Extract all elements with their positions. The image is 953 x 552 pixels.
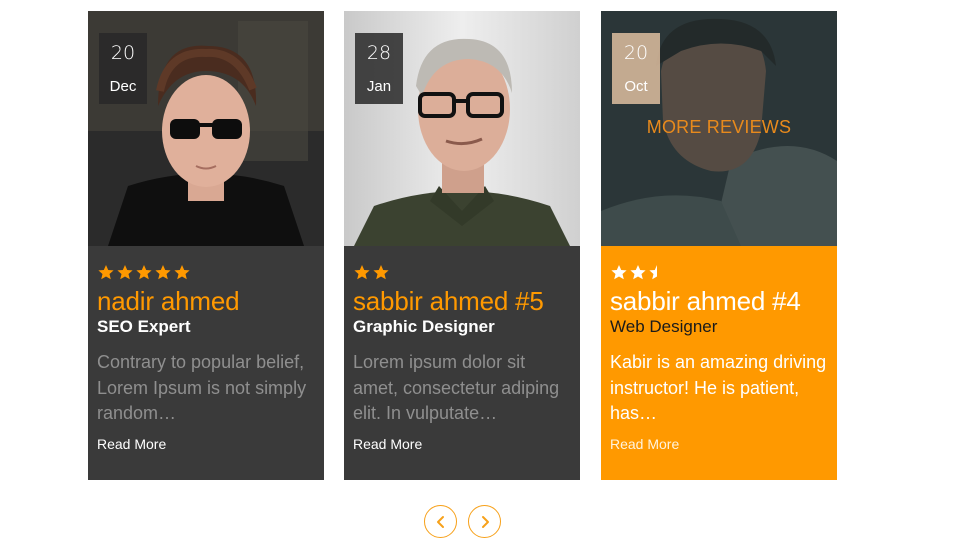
date-month: Jan [366, 78, 392, 95]
review-excerpt: Contrary to popular belief, Lorem Ipsum … [97, 352, 307, 423]
star-icon [630, 265, 646, 280]
reviewer-photo: 28 Jan [344, 11, 580, 246]
reviewer-name[interactable]: sabbir ahmed #4 [610, 286, 829, 316]
card-body: sabbir ahmed #4 Web Designer Kabir is an… [610, 264, 829, 453]
reviewer-role: Web Designer [610, 317, 718, 336]
review-card: 20 Dec nadir ahmed SEO Expert Contrary t… [88, 11, 324, 480]
read-more-link[interactable]: Read More [353, 435, 572, 453]
star-icon [155, 265, 171, 280]
date-badge: 20 Oct [612, 33, 660, 104]
review-excerpt: Lorem ipsum dolor sit amet, consectetur … [353, 352, 560, 423]
card-body: nadir ahmed SEO Expert Contrary to popul… [97, 264, 316, 453]
star-icon [136, 265, 152, 280]
carousel-next-button[interactable] [468, 505, 501, 538]
review-card: 20 Oct MORE REVIEWS sabbir ahmed #4 Web … [601, 11, 837, 480]
read-more-link[interactable]: Read More [97, 435, 316, 453]
more-reviews-link[interactable]: MORE REVIEWS [601, 117, 837, 138]
reviewer-name[interactable]: sabbir ahmed #5 [353, 286, 572, 316]
carousel-prev-button[interactable] [424, 505, 457, 538]
chevron-left-icon [436, 515, 444, 528]
reviewer-name[interactable]: nadir ahmed [97, 286, 316, 316]
star-rating [610, 264, 829, 280]
reviewer-photo[interactable]: 20 Oct MORE REVIEWS [601, 11, 837, 246]
read-more-link[interactable]: Read More [610, 435, 829, 453]
date-day: 28 [366, 42, 392, 64]
star-icon [354, 265, 370, 280]
reviewer-photo: 20 Dec [88, 11, 324, 246]
chevron-right-icon [481, 515, 489, 528]
star-icon [611, 265, 627, 280]
star-icon [98, 265, 114, 280]
review-card: 28 Jan sabbir ahmed #5 Graphic Designer … [344, 11, 580, 480]
star-rating [353, 264, 572, 280]
reviewer-role: Graphic Designer [353, 317, 495, 336]
star-rating [97, 264, 316, 280]
star-icon [117, 265, 133, 280]
star-icon [373, 265, 389, 280]
date-badge: 28 Jan [355, 33, 403, 104]
date-month: Oct [624, 78, 648, 95]
star-icon [174, 265, 190, 280]
date-day: 20 [110, 42, 136, 64]
date-badge: 20 Dec [99, 33, 147, 104]
date-month: Dec [109, 78, 137, 95]
reviewer-role: SEO Expert [97, 317, 191, 336]
half-star-icon [649, 265, 657, 280]
review-excerpt: Kabir is an amazing driving instructor! … [610, 352, 827, 423]
date-day: 20 [623, 42, 649, 64]
card-body: sabbir ahmed #5 Graphic Designer Lorem i… [353, 264, 572, 453]
